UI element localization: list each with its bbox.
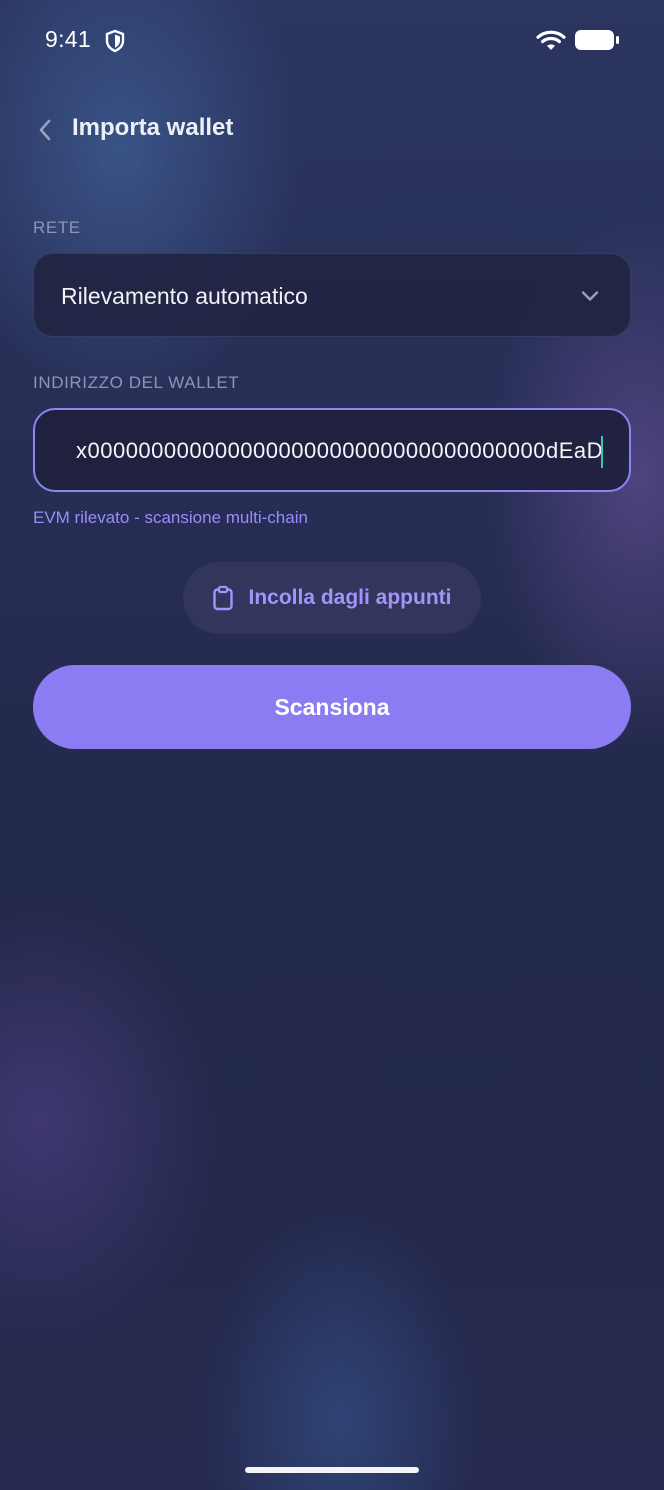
chevron-down-icon [581,291,599,301]
scan-button[interactable]: Scansiona [33,665,631,749]
detection-hint: EVM rilevato - scansione multi-chain [33,508,308,527]
paste-button-label: Incolla dagli appunti [248,586,452,609]
status-time: 9:41 [45,26,91,52]
wallet-address-label: INDIRIZZO DEL WALLET [33,373,240,392]
home-indicator[interactable] [245,1467,419,1473]
text-caret [601,436,603,468]
scan-button-label: Scansiona [274,693,390,720]
wallet-address-input[interactable]: x000000000000000000000000000000000000dEa… [33,408,631,492]
chevron-left-icon [39,119,51,141]
battery-icon [575,30,619,50]
wallet-address-value: x000000000000000000000000000000000000dEa… [75,438,603,463]
wifi-icon [536,30,566,50]
paste-from-clipboard-button[interactable]: Incolla dagli appunti [183,562,481,634]
page-title: Importa wallet [72,114,234,141]
back-button[interactable] [30,112,60,148]
clipboard-icon [213,585,234,611]
network-dropdown[interactable]: Rilevamento automatico [33,253,631,337]
network-selected-value: Rilevamento automatico [61,283,308,309]
shield-icon [105,29,125,53]
network-label: RETE [33,218,81,237]
status-bar: 9:41 [0,0,664,80]
